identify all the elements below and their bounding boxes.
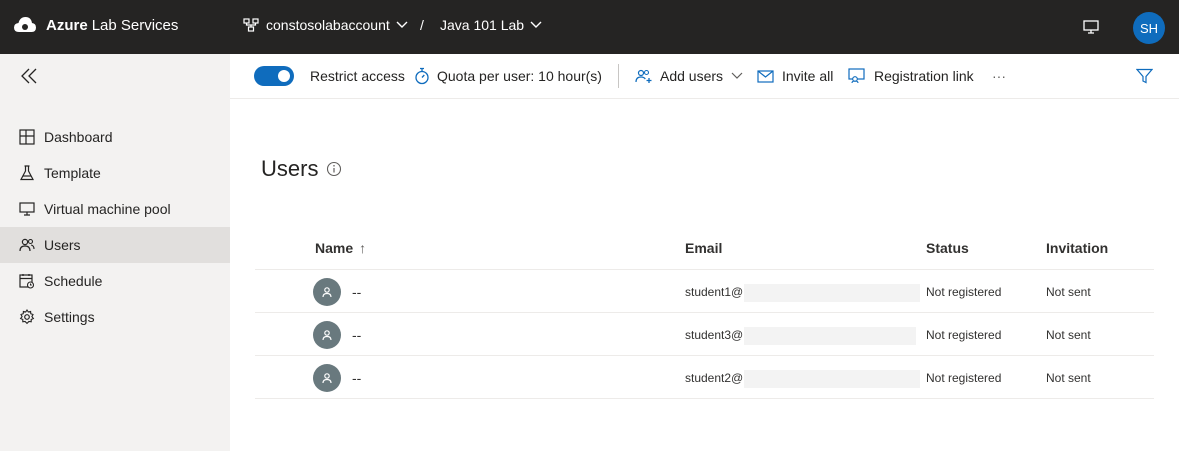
- header-divider: [255, 269, 1154, 270]
- column-header-name-label: Name: [315, 240, 354, 256]
- add-users-icon: [635, 68, 653, 84]
- sidebar-item-label: Users: [44, 237, 81, 253]
- user-email: student3@: [685, 328, 744, 342]
- user-status: Not registered: [926, 371, 1002, 385]
- stopwatch-icon: [414, 67, 430, 85]
- sidebar-item-template[interactable]: Template: [0, 155, 230, 191]
- row-divider: [255, 355, 1154, 356]
- user-email: student1@: [685, 285, 744, 299]
- calendar-icon: [18, 272, 36, 290]
- flask-icon: [18, 164, 36, 182]
- user-email: student2@: [685, 371, 744, 385]
- column-header-status[interactable]: Status: [926, 240, 969, 256]
- sort-ascending-icon: ↑: [359, 240, 367, 256]
- redacted-email-domain: [744, 284, 920, 302]
- dashboard-icon: [18, 128, 36, 146]
- registration-link-button[interactable]: Registration link: [848, 54, 974, 98]
- collapse-sidebar-button[interactable]: [19, 66, 39, 86]
- row-divider: [255, 312, 1154, 313]
- toggle-switch[interactable]: [254, 66, 294, 86]
- user-status: Not registered: [926, 328, 1002, 342]
- chevron-down-icon: [396, 21, 408, 29]
- restrict-access-label: Restrict access: [310, 68, 405, 84]
- user-status: Not registered: [926, 285, 1002, 299]
- user-invitation: Not sent: [1046, 371, 1091, 385]
- user-invitation: Not sent: [1046, 328, 1091, 342]
- row-divider: [255, 398, 1154, 399]
- sidebar-item-label: Dashboard: [44, 129, 113, 145]
- breadcrumb-separator: /: [420, 17, 424, 33]
- invite-all-button[interactable]: Invite all: [757, 54, 833, 98]
- avatar: [313, 364, 341, 392]
- mail-icon: [757, 69, 774, 83]
- command-separator: [618, 64, 619, 88]
- column-header-email[interactable]: Email: [685, 240, 722, 256]
- breadcrumb-account[interactable]: constosolabaccount: [243, 17, 408, 33]
- page-title: Users: [261, 156, 342, 182]
- avatar: [313, 278, 341, 306]
- info-icon[interactable]: [326, 161, 342, 177]
- user-invitation: Not sent: [1046, 285, 1091, 299]
- users-icon: [18, 236, 36, 254]
- person-icon: [321, 329, 333, 341]
- redacted-email-domain: [744, 327, 916, 345]
- gear-icon: [18, 308, 36, 326]
- column-header-invitation[interactable]: Invitation: [1046, 240, 1108, 256]
- sidebar-item-virtual-machine-pool[interactable]: Virtual machine pool: [0, 191, 230, 227]
- user-name: --: [352, 284, 362, 300]
- breadcrumb-account-label: constosolabaccount: [266, 17, 390, 33]
- invite-all-label: Invite all: [782, 68, 834, 84]
- chevron-down-icon: [731, 72, 743, 80]
- lab-account-icon: [243, 18, 259, 32]
- chevron-down-icon: [530, 21, 542, 29]
- sidebar-item-users[interactable]: Users: [0, 227, 230, 263]
- feedback-monitor-button[interactable]: [1082, 19, 1100, 35]
- registration-link-icon: [848, 68, 866, 84]
- monitor-icon: [18, 200, 36, 218]
- command-bar: Restrict access Quota per user: 10 hour(…: [230, 54, 1179, 99]
- user-avatar[interactable]: SH: [1133, 12, 1165, 44]
- sidebar-item-label: Settings: [44, 309, 95, 325]
- page-title-text: Users: [261, 156, 319, 181]
- brand[interactable]: Azure Lab Services: [14, 16, 178, 34]
- redacted-email-domain: [744, 370, 920, 388]
- breadcrumb-lab-label: Java 101 Lab: [440, 17, 525, 33]
- brand-rest: Lab Services: [91, 16, 179, 34]
- monitor-icon: [1082, 19, 1100, 35]
- sidebar-item-settings[interactable]: Settings: [0, 299, 230, 335]
- restrict-access-toggle[interactable]: Restrict access: [254, 54, 405, 98]
- sidebar-item-dashboard[interactable]: Dashboard: [0, 119, 230, 155]
- sidebar-item-schedule[interactable]: Schedule: [0, 263, 230, 299]
- sidebar-item-label: Schedule: [44, 273, 103, 289]
- sidebar: Dashboard Template Virtual machine pool …: [0, 54, 230, 451]
- quota-button[interactable]: Quota per user: 10 hour(s): [414, 54, 602, 98]
- registration-link-label: Registration link: [874, 68, 974, 84]
- user-name: --: [352, 327, 362, 343]
- sidebar-item-label: Template: [44, 165, 101, 181]
- add-users-label: Add users: [660, 68, 724, 84]
- breadcrumb-lab[interactable]: Java 101 Lab: [440, 17, 542, 33]
- filter-button[interactable]: [1136, 54, 1153, 98]
- more-options-button[interactable]: ···: [992, 54, 1006, 98]
- column-header-name[interactable]: Name ↑: [315, 240, 366, 256]
- brand-bold: Azure: [46, 16, 88, 34]
- person-icon: [321, 286, 333, 298]
- avatar: [313, 321, 341, 349]
- quota-label: Quota per user: 10 hour(s): [437, 68, 602, 84]
- person-icon: [321, 372, 333, 384]
- azure-cloud-logo-icon: [14, 16, 36, 34]
- top-bar: Azure Lab Services constosolabaccount / …: [0, 0, 1179, 54]
- filter-icon: [1136, 68, 1153, 84]
- user-name: --: [352, 370, 362, 386]
- double-chevron-left-icon: [19, 66, 39, 86]
- sidebar-item-label: Virtual machine pool: [44, 201, 171, 217]
- add-users-button[interactable]: Add users: [635, 54, 743, 98]
